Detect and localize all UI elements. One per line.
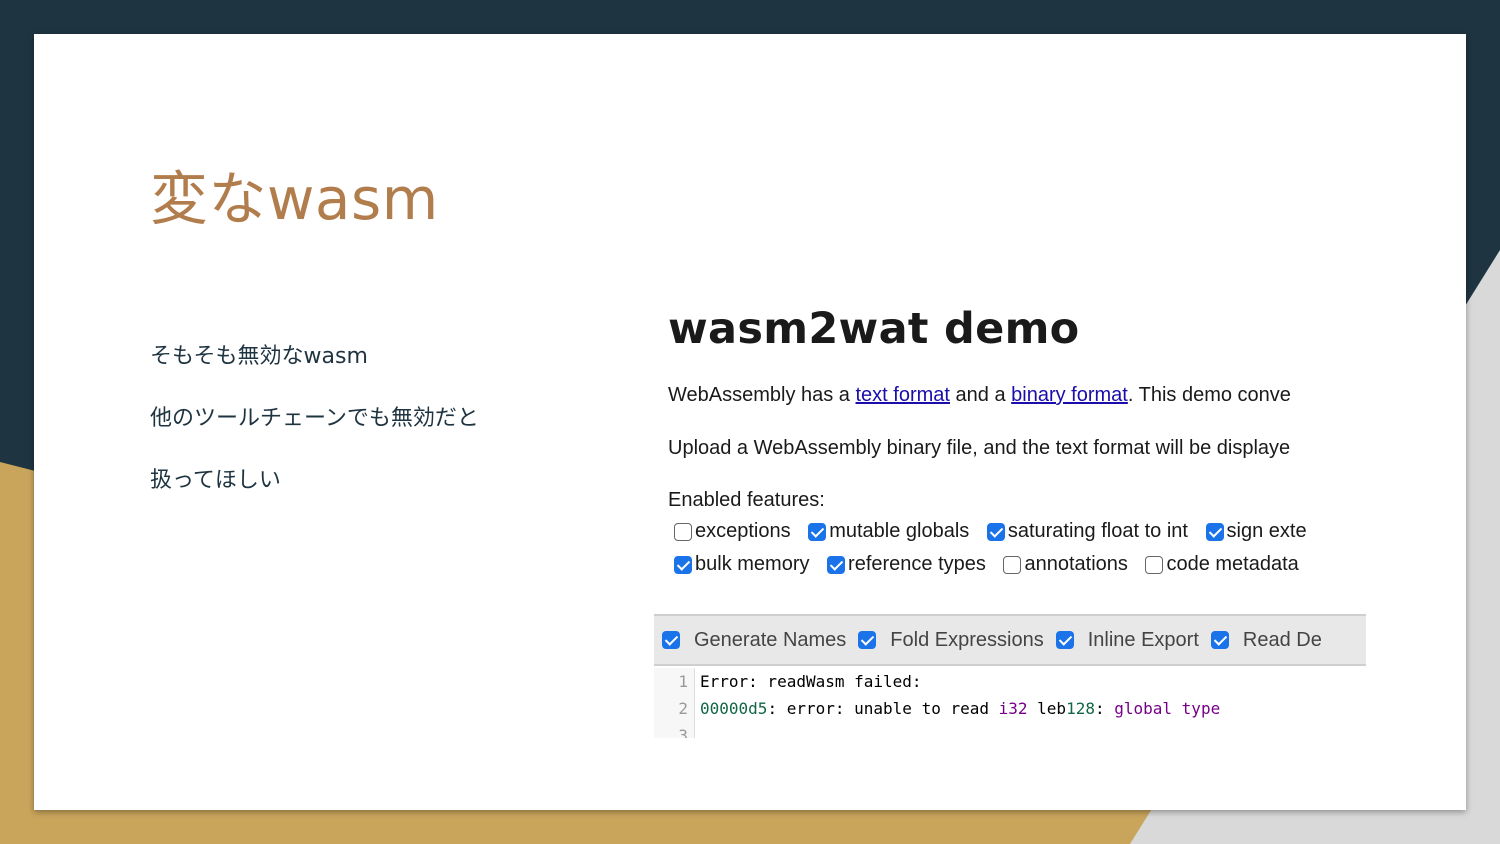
- feature-saturating-float[interactable]: saturating float to int: [986, 520, 1188, 543]
- code-line-1: Error: readWasm failed:: [700, 672, 922, 691]
- option-fold-expressions[interactable]: Fold Expressions: [858, 628, 1044, 652]
- error-address: 00000d5: [700, 699, 768, 718]
- bullet-item: そもそも無効なwasm: [150, 344, 368, 369]
- feature-label: annotations: [1024, 553, 1128, 575]
- options-toolbar: Generate Names Fold Expressions Inline E…: [654, 614, 1366, 666]
- features-row-2: bulk memory reference types annotations …: [674, 553, 1311, 580]
- feature-label: sign exte: [1226, 520, 1307, 542]
- intro-prefix: WebAssembly has a: [668, 384, 856, 406]
- feature-label: saturating float to int: [1007, 520, 1188, 542]
- checkbox[interactable]: [674, 522, 692, 541]
- feature-bulk-memory[interactable]: bulk memory: [674, 553, 809, 576]
- feature-label: reference types: [848, 553, 986, 575]
- bullet-item: 扱ってほしい: [150, 468, 281, 493]
- error-text: : error: unable to read: [767, 699, 999, 718]
- feature-label: mutable globals: [829, 520, 970, 542]
- feature-annotations[interactable]: annotations: [1003, 553, 1128, 576]
- token-128: 128: [1066, 699, 1095, 718]
- feature-mutable-globals[interactable]: mutable globals: [808, 520, 969, 543]
- features-row-1: exceptions mutable globals saturating fl…: [674, 520, 1319, 547]
- demo-heading: wasm2wat demo: [668, 304, 1080, 354]
- checkbox[interactable]: [827, 555, 846, 574]
- checkbox[interactable]: [1055, 631, 1074, 649]
- features-label: Enabled features:: [668, 489, 825, 511]
- token-global: global: [1114, 699, 1173, 718]
- option-inline-export[interactable]: Inline Export: [1055, 628, 1199, 652]
- option-generate-names[interactable]: Generate Names: [662, 629, 846, 652]
- token-leb: leb: [1027, 699, 1067, 718]
- line-number: 2: [678, 699, 688, 718]
- feature-label: bulk memory: [695, 553, 810, 575]
- checkbox[interactable]: [808, 522, 827, 541]
- feature-code-metadata[interactable]: code metadata: [1145, 553, 1299, 576]
- upload-text: Upload a WebAssembly binary file, and th…: [668, 437, 1291, 459]
- feature-label: exceptions: [695, 520, 791, 542]
- wasm2wat-screenshot: wasm2wat demo WebAssembly has a text for…: [654, 302, 1366, 738]
- binary-format-link[interactable]: binary format: [1011, 384, 1128, 406]
- bullet-list: そもそも無効なwasm 他のツールチェーンでも無効だと 扱ってほしい: [150, 339, 479, 525]
- checkbox[interactable]: [662, 631, 680, 649]
- code-line-2: 00000d5: error: unable to read i32 leb12…: [700, 695, 1220, 722]
- feature-reference-types[interactable]: reference types: [827, 553, 986, 576]
- option-label: Generate Names: [694, 628, 847, 651]
- code-lines: Error: readWasm failed: 00000d5: error: …: [700, 668, 1220, 738]
- token-i32: i32: [998, 699, 1028, 718]
- bullet-item: 他のツールチェーンでも無効だと: [150, 406, 479, 431]
- checkbox[interactable]: [1145, 555, 1164, 574]
- text-format-link[interactable]: text format: [856, 384, 950, 406]
- checkbox[interactable]: [986, 522, 1005, 541]
- checkbox[interactable]: [858, 631, 877, 649]
- checkbox[interactable]: [1210, 631, 1229, 649]
- token-colon: :: [1094, 699, 1115, 718]
- checkbox[interactable]: [1205, 522, 1224, 541]
- token-type: type: [1181, 699, 1221, 718]
- line-number-gutter: 1 2 3: [654, 668, 695, 738]
- intro-middle: and a: [949, 384, 1012, 406]
- option-label: Inline Export: [1087, 628, 1199, 651]
- slide-title: 変なwasm: [150, 165, 439, 233]
- option-read-debug-names[interactable]: Read De: [1210, 628, 1322, 652]
- feature-sign-extension[interactable]: sign exte: [1205, 520, 1307, 543]
- feature-exceptions[interactable]: exceptions: [674, 520, 791, 543]
- option-label: Read De: [1242, 628, 1322, 651]
- line-number: 1: [678, 672, 688, 691]
- output-editor[interactable]: 1 2 3 Error: readWasm failed: 00000d5: e…: [654, 668, 1366, 738]
- intro-suffix: . This demo conve: [1127, 384, 1291, 406]
- feature-label: code metadata: [1166, 553, 1299, 575]
- checkbox[interactable]: [1003, 555, 1022, 574]
- option-label: Fold Expressions: [890, 628, 1044, 651]
- checkbox[interactable]: [674, 555, 692, 574]
- line-number: 3: [678, 726, 688, 738]
- slide-canvas: 変なwasm そもそも無効なwasm 他のツールチェーンでも無効だと 扱ってほし…: [34, 34, 1466, 810]
- intro-paragraph: WebAssembly has a text format and a bina…: [668, 384, 1291, 407]
